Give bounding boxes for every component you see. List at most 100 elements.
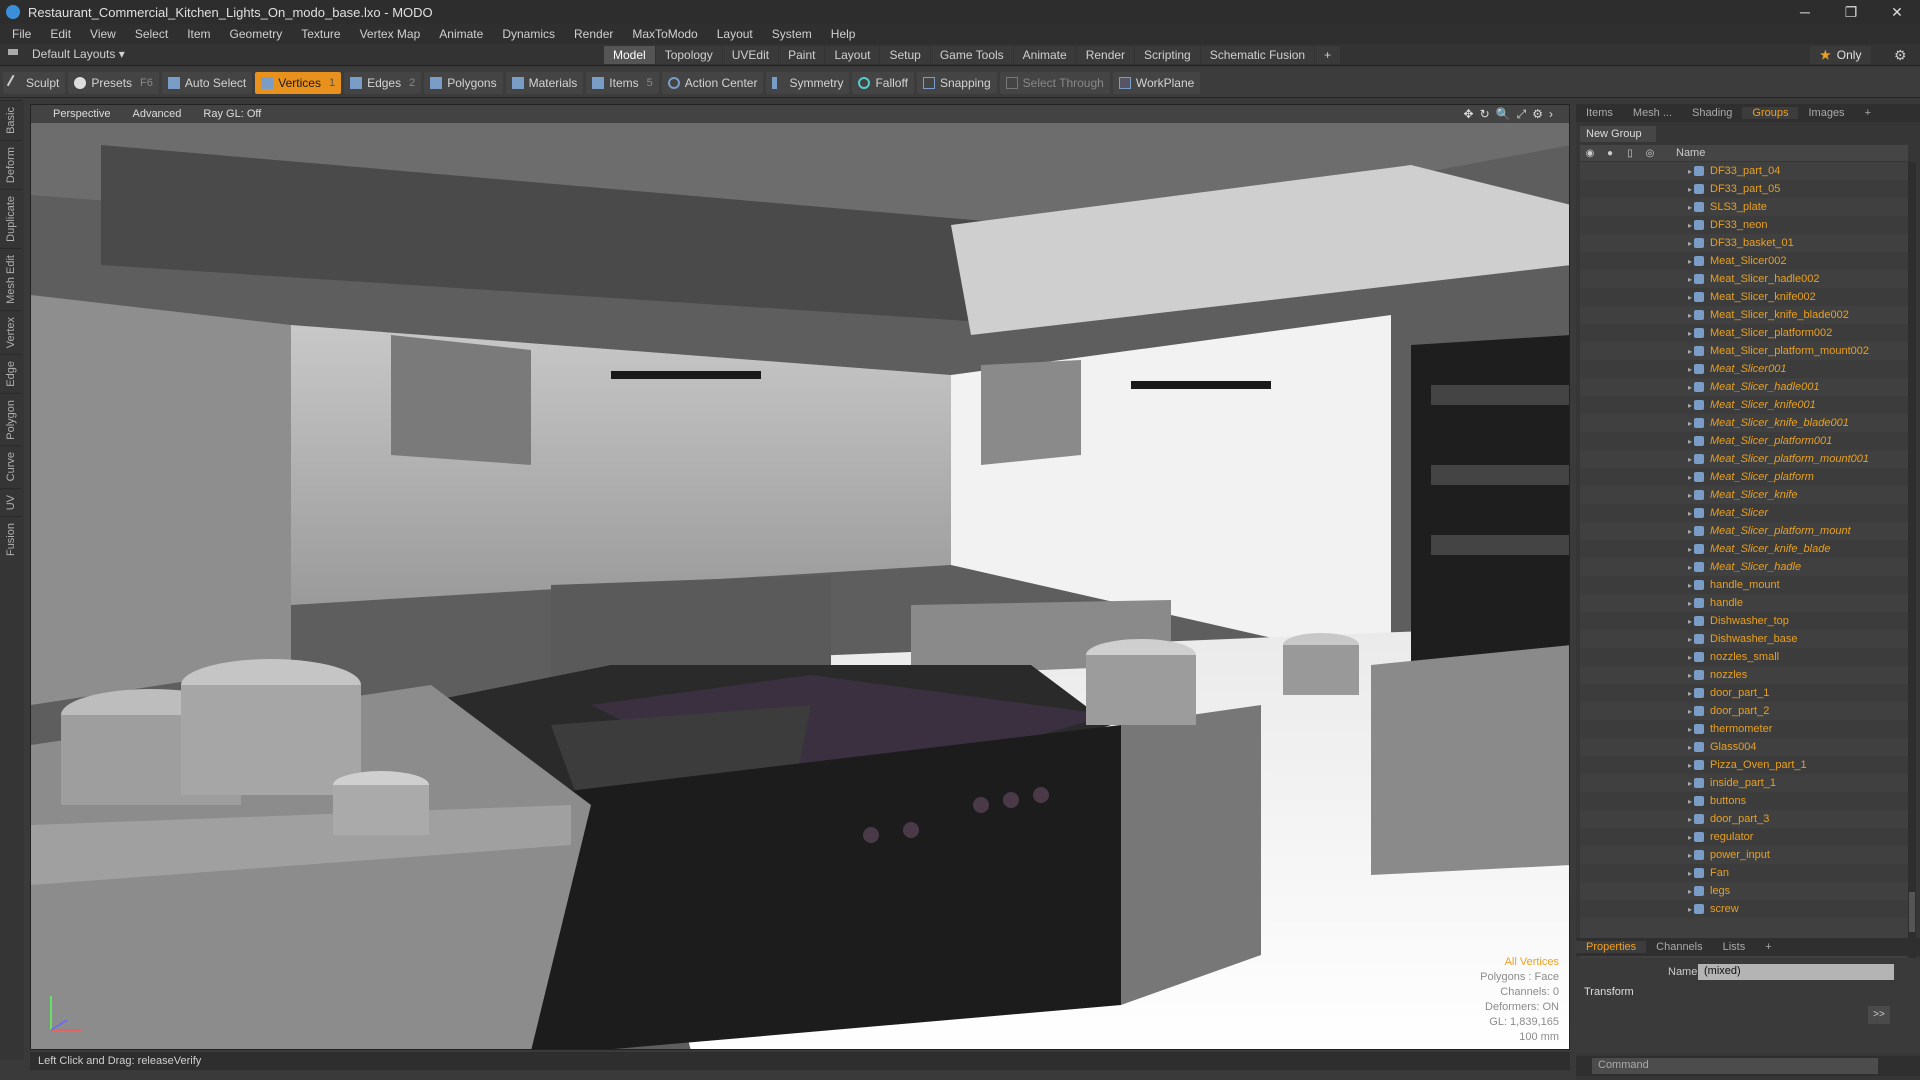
list-item[interactable]: ▸ Meat_Slicer_hadle002 xyxy=(1580,270,1908,288)
falloff-button[interactable]: Falloff xyxy=(852,71,914,94)
expand-arrow-icon[interactable]: ▸ xyxy=(1688,761,1692,770)
menu-texture[interactable]: Texture xyxy=(301,27,340,41)
list-item[interactable]: ▸ Meat_Slicer001 xyxy=(1580,360,1908,378)
expand-arrow-icon[interactable]: ▸ xyxy=(1688,707,1692,716)
prop-tab-properties[interactable]: Properties xyxy=(1576,941,1647,953)
scene-tab-items[interactable]: Items xyxy=(1576,107,1623,119)
list-item[interactable]: ▸ DF33_basket_01 xyxy=(1580,234,1908,252)
list-item[interactable]: ▸ Glass004 xyxy=(1580,738,1908,756)
expand-arrow-icon[interactable]: ▸ xyxy=(1688,383,1692,392)
menu-geometry[interactable]: Geometry xyxy=(230,27,283,41)
list-item[interactable]: ▸ Meat_Slicer_knife xyxy=(1580,486,1908,504)
list-item[interactable]: ▸ DF33_neon xyxy=(1580,216,1908,234)
expand-arrow-icon[interactable]: ▸ xyxy=(1688,311,1692,320)
expand-arrow-icon[interactable]: ▸ xyxy=(1688,743,1692,752)
expand-arrow-icon[interactable]: ▸ xyxy=(1688,815,1692,824)
viewport-settings-icon[interactable]: ⚙ xyxy=(1532,107,1543,122)
layout-selector[interactable]: Default Layouts ▾ xyxy=(8,47,125,61)
tab-layout[interactable]: Layout xyxy=(825,46,880,64)
expand-arrow-icon[interactable]: ▸ xyxy=(1688,599,1692,608)
tab-model[interactable]: Model xyxy=(604,46,655,64)
name-column-header[interactable]: Name xyxy=(1676,147,1705,159)
3d-viewport[interactable]: Perspective Advanced Ray GL: Off ✥ ↻ 🔍 ⤢… xyxy=(30,104,1570,1050)
list-item[interactable]: ▸ Meat_Slicer_knife_blade xyxy=(1580,540,1908,558)
menu-edit[interactable]: Edit xyxy=(50,27,71,41)
list-item[interactable]: ▸ handle_mount xyxy=(1580,576,1908,594)
list-item[interactable]: ▸ door_part_2 xyxy=(1580,702,1908,720)
list-item[interactable]: ▸ nozzles_small xyxy=(1580,648,1908,666)
name-field[interactable]: (mixed) xyxy=(1698,964,1894,980)
left-tab-polygon[interactable]: Polygon xyxy=(0,392,22,446)
expand-arrow-icon[interactable]: ▸ xyxy=(1688,887,1692,896)
expand-arrow-icon[interactable]: ▸ xyxy=(1688,221,1692,230)
prop-tab-add[interactable]: + xyxy=(1755,941,1781,953)
expand-arrow-icon[interactable]: ▸ xyxy=(1688,581,1692,590)
left-tab-mesh-edit[interactable]: Mesh Edit xyxy=(0,247,22,310)
left-tab-fusion[interactable]: Fusion xyxy=(0,516,22,563)
list-item[interactable]: ▸ screw xyxy=(1580,900,1908,918)
expand-arrow-icon[interactable]: ▸ xyxy=(1688,833,1692,842)
expand-arrow-icon[interactable]: ▸ xyxy=(1688,275,1692,284)
expand-arrow-icon[interactable]: ▸ xyxy=(1688,167,1692,176)
list-item[interactable]: ▸ Meat_Slicer_knife002 xyxy=(1580,288,1908,306)
expand-arrow-icon[interactable]: ▸ xyxy=(1688,725,1692,734)
tab-topology[interactable]: Topology xyxy=(655,46,722,64)
scene-tab-add[interactable]: + xyxy=(1855,107,1881,119)
only-button[interactable]: ★ Only xyxy=(1810,46,1872,64)
expand-arrow-icon[interactable]: ▸ xyxy=(1688,905,1692,914)
left-tab-duplicate[interactable]: Duplicate xyxy=(0,188,22,248)
expand-arrow-icon[interactable]: ▸ xyxy=(1688,869,1692,878)
expand-arrow-icon[interactable]: ▸ xyxy=(1688,689,1692,698)
list-item[interactable]: ▸ Meat_Slicer_platform_mount002 xyxy=(1580,342,1908,360)
tab-uvedit[interactable]: UVEdit xyxy=(722,46,779,64)
close-button[interactable]: ✕ xyxy=(1874,0,1920,24)
expand-arrow-icon[interactable]: ▸ xyxy=(1688,329,1692,338)
expand-arrow-icon[interactable]: ▸ xyxy=(1688,527,1692,536)
list-item[interactable]: ▸ thermometer xyxy=(1580,720,1908,738)
snapping-button[interactable]: Snapping xyxy=(916,71,997,94)
new-group-button[interactable]: New Group xyxy=(1580,126,1656,142)
menu-render[interactable]: Render xyxy=(574,27,613,41)
list-item[interactable]: ▸ door_part_1 xyxy=(1580,684,1908,702)
menu-select[interactable]: Select xyxy=(135,27,168,41)
list-item[interactable]: ▸ legs xyxy=(1580,882,1908,900)
left-tab-vertex[interactable]: Vertex xyxy=(0,309,22,354)
expand-arrow-icon[interactable]: ▸ xyxy=(1688,203,1692,212)
expand-arrow-icon[interactable]: ▸ xyxy=(1688,401,1692,410)
left-tab-deform[interactable]: Deform xyxy=(0,139,22,189)
expand-arrow-icon[interactable]: ▸ xyxy=(1688,257,1692,266)
view-type-menu[interactable]: Perspective xyxy=(53,108,110,120)
expand-arrow-icon[interactable]: ▸ xyxy=(1688,779,1692,788)
expand-arrow-icon[interactable]: ▸ xyxy=(1688,851,1692,860)
list-item[interactable]: ▸ buttons xyxy=(1580,792,1908,810)
menu-animate[interactable]: Animate xyxy=(439,27,483,41)
menu-system[interactable]: System xyxy=(772,27,812,41)
expand-arrow-icon[interactable]: ▸ xyxy=(1688,509,1692,518)
tab-scripting[interactable]: Scripting xyxy=(1135,46,1200,64)
rotate-icon[interactable]: ↻ xyxy=(1480,107,1490,122)
edges-button[interactable]: Edges 2 xyxy=(344,71,422,94)
expand-arrow-icon[interactable]: ▸ xyxy=(1688,455,1692,464)
scene-tab-shading[interactable]: Shading xyxy=(1682,107,1742,119)
expand-arrow-icon[interactable]: ▸ xyxy=(1688,347,1692,356)
sculpt-button[interactable]: Sculpt xyxy=(3,71,66,94)
list-item[interactable]: ▸ handle xyxy=(1580,594,1908,612)
expand-arrow-icon[interactable]: ▸ xyxy=(1688,437,1692,446)
command-input[interactable]: Command xyxy=(1592,1058,1878,1074)
list-scrollbar[interactable] xyxy=(1908,162,1916,1022)
left-tab-basic[interactable]: Basic xyxy=(0,100,22,140)
tab-setup[interactable]: Setup xyxy=(880,46,930,64)
list-item[interactable]: ▸ Meat_Slicer_hadle xyxy=(1580,558,1908,576)
menu-dynamics[interactable]: Dynamics xyxy=(502,27,555,41)
left-tab-curve[interactable]: Curve xyxy=(0,445,22,488)
materials-button[interactable]: Materials xyxy=(505,71,584,94)
expand-arrow-icon[interactable]: ▸ xyxy=(1688,635,1692,644)
list-item[interactable]: ▸ SLS3_plate xyxy=(1580,198,1908,216)
polygons-button[interactable]: Polygons xyxy=(424,71,503,94)
auto-select-button[interactable]: Auto Select xyxy=(161,71,253,94)
left-tab-uv[interactable]: UV xyxy=(0,487,22,517)
action-center-button[interactable]: Action Center xyxy=(661,71,764,94)
maximize-button[interactable]: ❐ xyxy=(1828,0,1874,24)
list-item[interactable]: ▸ Meat_Slicer_platform002 xyxy=(1580,324,1908,342)
expand-arrow-icon[interactable]: ▸ xyxy=(1688,185,1692,194)
